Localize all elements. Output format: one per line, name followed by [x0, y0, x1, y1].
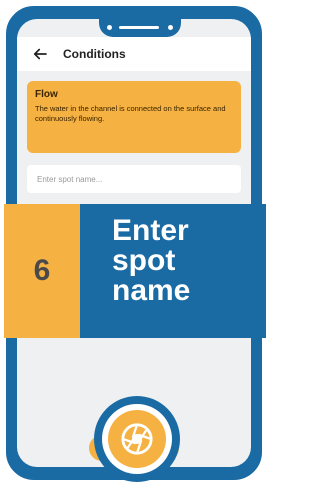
step-line-1: Enter — [112, 214, 189, 247]
card-description: The water in the channel is connected on… — [35, 104, 226, 124]
notch-speaker — [119, 26, 159, 29]
flow-info-card: Flow The water in the channel is connect… — [27, 81, 241, 153]
camera-button[interactable] — [94, 396, 180, 482]
camera-shutter-icon — [121, 423, 153, 455]
page-title: Conditions — [63, 47, 126, 61]
notch-dot-left — [107, 25, 112, 30]
camera-button-ring — [102, 404, 172, 474]
phone-notch — [99, 19, 181, 37]
step-line-2: spot — [112, 244, 176, 277]
step-instruction: Enter spot name — [80, 204, 266, 338]
step-line-3: name — [112, 274, 191, 307]
step-number: 6 — [4, 204, 80, 338]
camera-button-core — [108, 410, 166, 468]
card-title: Flow — [35, 89, 58, 100]
notch-dot-right — [168, 25, 173, 30]
arrow-left-icon[interactable] — [31, 45, 49, 63]
spot-name-input[interactable] — [27, 165, 241, 193]
app-bar: Conditions — [17, 37, 251, 71]
step-banner: 6 Enter spot name — [4, 204, 266, 338]
